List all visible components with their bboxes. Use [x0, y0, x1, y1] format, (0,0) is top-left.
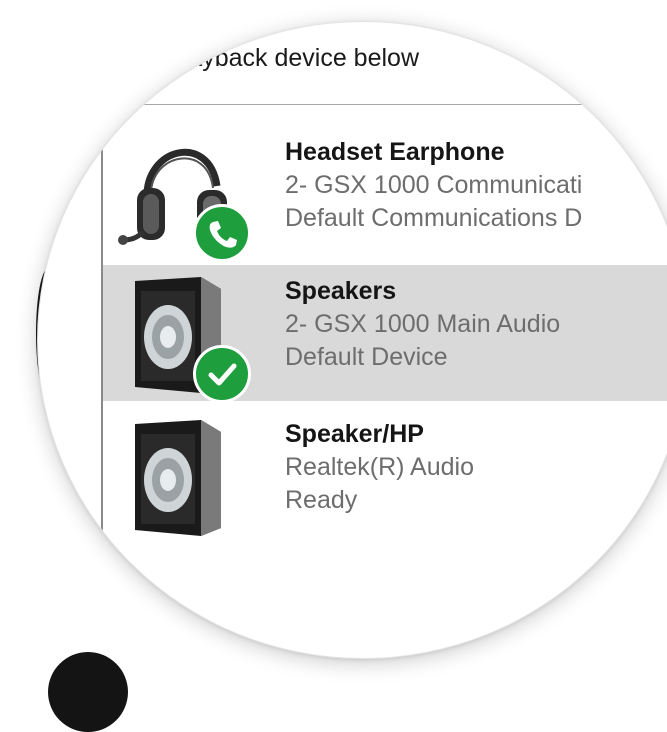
device-item-headset[interactable]: Headset Earphone 2- GSX 1000 Communicati…	[103, 126, 667, 262]
device-status: Default Communications D	[285, 204, 583, 232]
device-name: Speakers	[285, 277, 397, 305]
step-marker	[48, 652, 128, 732]
device-status: Default Device	[285, 343, 448, 371]
phone-badge-icon	[193, 204, 251, 262]
device-description: 2- GSX 1000 Main Audio	[285, 310, 561, 338]
magnifier-lens: a playback device below Headset Earphone…	[38, 22, 667, 658]
checkmark-badge-icon	[193, 345, 251, 403]
device-item-speaker-hp[interactable]: Speaker/HP Realtek(R) Audio Ready	[103, 408, 667, 544]
device-item-speakers[interactable]: Speakers 2- GSX 1000 Main Audio Default …	[103, 265, 667, 403]
device-description: 2- GSX 1000 Communicati	[285, 171, 583, 199]
device-name: Headset Earphone	[285, 138, 505, 166]
speaker-icon	[117, 410, 257, 542]
device-name: Speaker/HP	[285, 420, 424, 448]
device-status: Ready	[285, 486, 358, 514]
instruction-text: a playback device below	[148, 44, 419, 72]
device-description: Realtek(R) Audio	[285, 453, 474, 481]
